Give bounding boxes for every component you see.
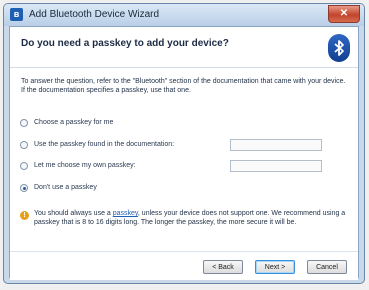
wizard-window: ʙ Add Bluetooth Device Wizard ✕ Do you n… bbox=[3, 3, 365, 284]
documentation-passkey-field[interactable] bbox=[230, 139, 322, 151]
window-title: Add Bluetooth Device Wizard bbox=[29, 9, 160, 20]
radio-choose-own-passkey[interactable] bbox=[20, 162, 28, 170]
instructions-text: To answer the question, refer to the "Bl… bbox=[21, 78, 346, 94]
radio-use-documentation-passkey[interactable] bbox=[20, 141, 28, 149]
title-bar: ʙ Add Bluetooth Device Wizard ✕ bbox=[4, 4, 364, 26]
page-title: Do you need a passkey to add your device… bbox=[21, 38, 229, 49]
cancel-button[interactable]: Cancel bbox=[307, 260, 347, 274]
info-icon: ! bbox=[20, 211, 29, 220]
option-label: Use the passkey found in the documentati… bbox=[34, 141, 175, 148]
back-button[interactable]: < Back bbox=[203, 260, 243, 274]
option-label: Let me choose my own passkey: bbox=[34, 162, 136, 169]
option-label: Choose a passkey for me bbox=[34, 119, 114, 126]
bluetooth-app-icon: ʙ bbox=[10, 8, 23, 21]
own-passkey-field[interactable] bbox=[230, 160, 322, 172]
wizard-header: Do you need a passkey to add your device… bbox=[10, 27, 358, 68]
passkey-note: You should always use a passkey, unless … bbox=[34, 210, 346, 227]
close-button[interactable]: ✕ bbox=[328, 5, 360, 23]
note-text-before: You should always use a bbox=[34, 210, 113, 217]
radio-dont-use-passkey[interactable] bbox=[20, 184, 28, 192]
next-button[interactable]: Next > bbox=[255, 260, 295, 274]
button-bar: < Back Next > Cancel bbox=[10, 251, 358, 280]
wizard-content: Do you need a passkey to add your device… bbox=[9, 26, 359, 280]
radio-choose-for-me[interactable] bbox=[20, 119, 28, 127]
bluetooth-icon bbox=[328, 34, 350, 62]
passkey-link[interactable]: passkey bbox=[113, 210, 138, 217]
option-label: Don't use a passkey bbox=[34, 184, 97, 191]
